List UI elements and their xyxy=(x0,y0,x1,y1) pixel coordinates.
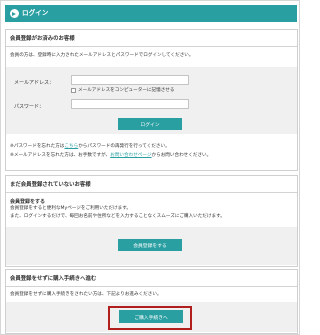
register-section-title: まだ会員登録されていないお客様 xyxy=(10,182,91,188)
login-page: ログイン 会員登録がお済みのお客様 会員の方は、登録時に入力されたメールアドレス… xyxy=(0,0,300,335)
login-button[interactable]: ログイン xyxy=(118,118,182,130)
member-section-title: 会員登録がお済みのお客様 xyxy=(10,36,75,42)
password-reset-link[interactable]: こちら xyxy=(64,144,78,149)
register-line-1: 会員登録をすると便利なMyページをご利用いただけます。 xyxy=(10,206,131,211)
email-note-prefix: ※メールアドレスを忘れた方は、お手数ですが、 xyxy=(10,153,111,158)
login-button-label: ログイン xyxy=(140,123,160,128)
email-field[interactable] xyxy=(71,75,189,85)
email-label: メールアドレス： xyxy=(14,80,55,86)
register-line-2: また、ログインするだけで、毎回お名前や住所などを入力することなくスムーズにご購入… xyxy=(10,214,225,219)
guest-register-section: まだ会員登録されていないお客様 会員登録をする 会員登録をすると便利なMyページ… xyxy=(5,175,298,267)
circle-arrow-icon xyxy=(10,9,19,18)
checkout-section-header: 会員登録をせずに購入手続きへ進む xyxy=(6,270,297,287)
page-title: ログイン xyxy=(22,9,49,17)
email-note-suffix: からお問い合わせください。 xyxy=(151,153,212,158)
remember-email-label: メールアドレスをコンピューターに記憶させる xyxy=(78,88,175,93)
remember-email-checkbox[interactable] xyxy=(71,88,76,93)
register-section-header: まだ会員登録されていないお客様 xyxy=(6,176,297,193)
register-button[interactable]: 会員登録をする xyxy=(118,239,182,251)
email-note: ※メールアドレスを忘れた方は、お手数ですが、お問い合わせページからお問い合わせく… xyxy=(10,153,211,159)
password-field[interactable] xyxy=(71,99,189,109)
member-section-header: 会員登録がお済みのお客様 xyxy=(6,30,297,47)
register-button-label: 会員登録をする xyxy=(133,244,167,249)
page-header: ログイン xyxy=(5,5,297,22)
member-intro-text: 会員の方は、登録時に入力されたメールアドレスとパスワードでログインしてください。 xyxy=(10,53,194,58)
login-form-box: メールアドレス： メールアドレスをコンピューターに記憶させる パスワード： ログ… xyxy=(6,67,297,134)
checkout-line-1: 会員登録をせずに購入手続きをされたい方は、下記よりお進みください。 xyxy=(10,292,162,297)
password-label: パスワード： xyxy=(14,104,45,110)
checkout-highlight-box xyxy=(108,306,192,330)
register-button-box: 会員登録をする xyxy=(6,227,297,265)
member-login-section: 会員登録がお済みのお客様 会員の方は、登録時に入力されたメールアドレスとパスワー… xyxy=(5,29,298,171)
checkout-section-title: 会員登録をせずに購入手続きへ進む xyxy=(10,276,97,282)
contact-page-link[interactable]: お問い合わせページ xyxy=(110,153,151,158)
password-note-suffix: からパスワードの再発行を行ってください。 xyxy=(78,144,170,149)
password-note: ※パスワードを忘れた方はこちらからパスワードの再発行を行ってください。 xyxy=(10,144,170,150)
register-sub-title: 会員登録をする xyxy=(10,199,46,205)
password-note-prefix: ※パスワードを忘れた方は xyxy=(10,144,65,149)
